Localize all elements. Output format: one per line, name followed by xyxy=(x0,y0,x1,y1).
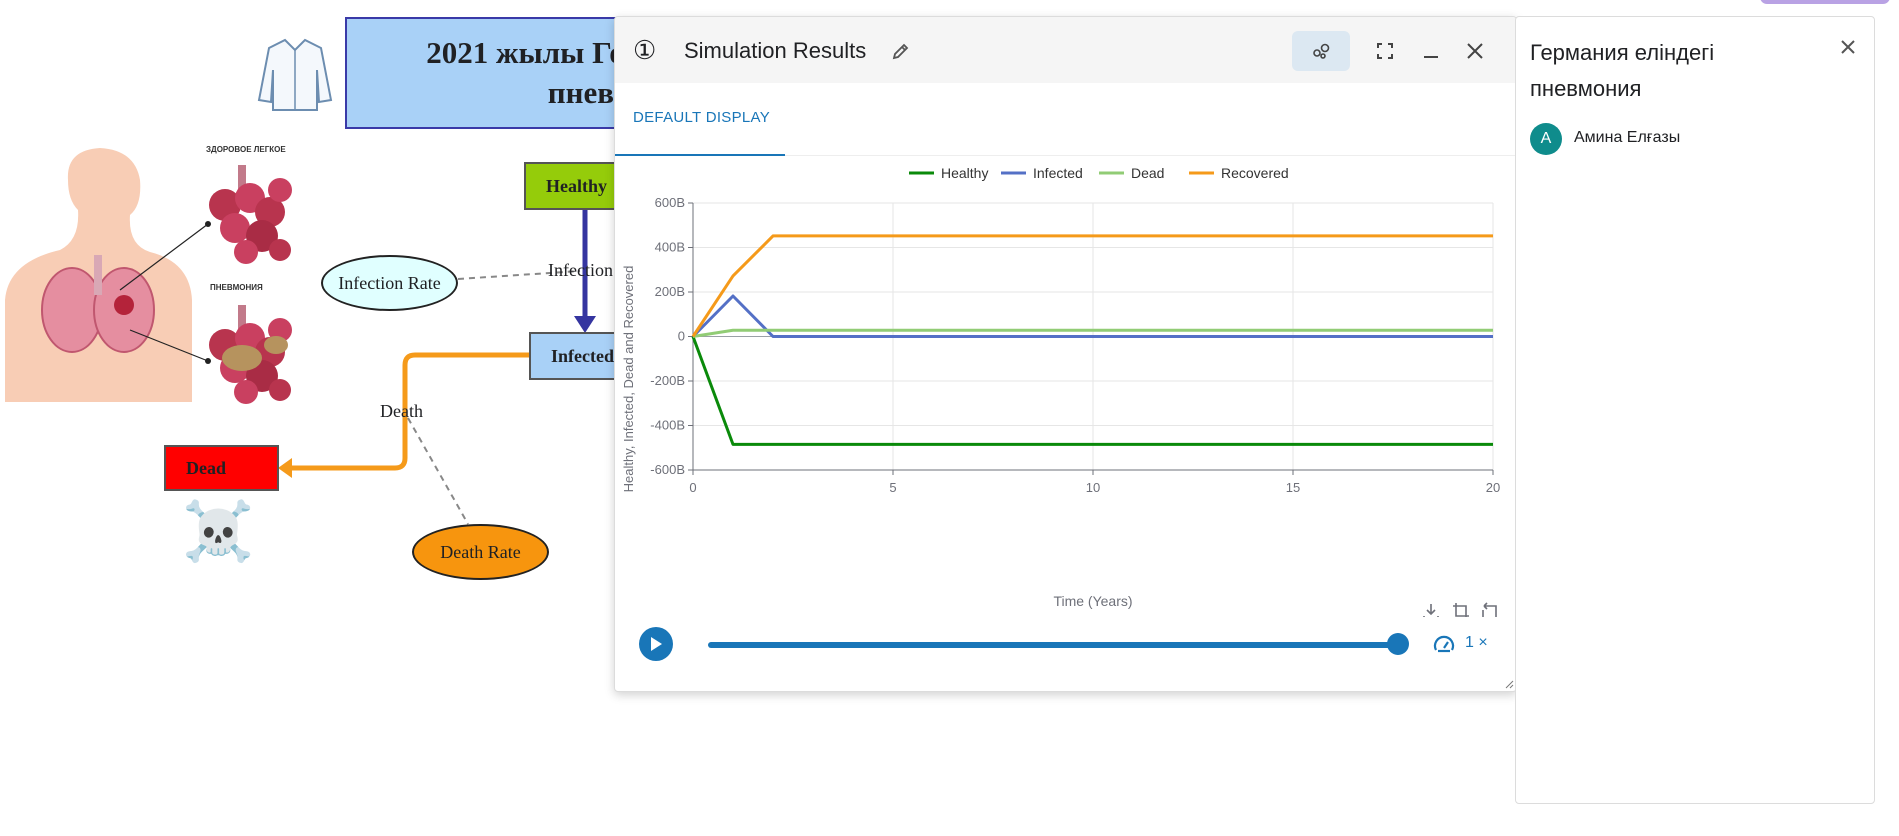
scenario-icon xyxy=(1313,43,1330,59)
x-axis-label: Time (Years) xyxy=(1053,593,1132,609)
minimize-button[interactable] xyxy=(1411,31,1451,71)
download-chart-button[interactable] xyxy=(1423,604,1439,617)
x-tick-label: 0 xyxy=(689,480,696,495)
y-tick-label: 600B xyxy=(655,195,685,210)
legend-item-healthy[interactable]: Healthy xyxy=(909,165,988,181)
simulation-chart[interactable]: Healthy Infected Dead Recovered 600B400B200… xyxy=(615,155,1517,617)
resize-handle-icon[interactable] xyxy=(1504,679,1514,689)
death-rate-label: Death Rate xyxy=(440,541,521,562)
playback-controls: 1 × xyxy=(615,617,1516,673)
playback-speed[interactable]: 1 × xyxy=(1465,634,1488,652)
skull-icon: ☠️ xyxy=(182,499,255,564)
close-window-button[interactable] xyxy=(1455,31,1495,71)
edit-title-button[interactable] xyxy=(881,31,921,71)
y-tick-label: 0 xyxy=(678,329,685,344)
infection-rate-variable[interactable]: Infection Rate xyxy=(321,255,458,311)
window-header[interactable]: ① Simulation Results xyxy=(615,17,1516,83)
reset-zoom-button[interactable] xyxy=(1482,602,1497,617)
x-tick-label: 5 xyxy=(889,480,896,495)
simulation-results-window[interactable]: ① Simulation Results DEFAULT DISPLAY Hea… xyxy=(614,16,1517,692)
x-tick-label: 15 xyxy=(1286,480,1300,495)
window-number: ① xyxy=(633,35,657,65)
playback-slider[interactable] xyxy=(708,642,1398,648)
reset-zoom-icon xyxy=(1482,602,1497,617)
healthy-stock-label: Healthy xyxy=(546,175,607,196)
tab-default-display[interactable]: DEFAULT DISPLAY xyxy=(615,83,785,156)
close-icon xyxy=(1467,43,1483,59)
chart-legend[interactable]: Healthy Infected Dead Recovered xyxy=(909,165,1289,181)
author-name[interactable]: Амина Елғазы xyxy=(1574,129,1680,147)
y-tick-label: 200B xyxy=(655,284,685,299)
legend-label: Healthy xyxy=(941,165,988,181)
playback-slider-handle[interactable] xyxy=(1387,633,1409,655)
avatar[interactable]: A xyxy=(1530,123,1562,155)
healthy-lung-icon xyxy=(209,165,292,264)
fullscreen-button[interactable] xyxy=(1365,31,1405,71)
legend-label: Recovered xyxy=(1221,165,1289,181)
pneumonia-lung-caption: ПНЕВМОНИЯ xyxy=(210,283,263,292)
infected-stock-label: Infected xyxy=(551,345,614,366)
display-tabs: DEFAULT DISPLAY xyxy=(615,83,1516,156)
close-panel-icon[interactable] xyxy=(1836,35,1860,59)
legend-label: Dead xyxy=(1131,165,1164,181)
download-icon xyxy=(1423,604,1439,617)
y-tick-label: -600B xyxy=(650,462,685,477)
dead-stock-label: Dead xyxy=(186,457,226,478)
y-tick-label: -400B xyxy=(650,418,685,433)
legend-item-infected[interactable]: Infected xyxy=(1001,165,1083,181)
top-right-decoration xyxy=(1760,0,1890,4)
pencil-icon xyxy=(892,43,909,60)
legend-label: Infected xyxy=(1033,165,1083,181)
x-tick-label: 20 xyxy=(1486,480,1500,495)
chart-axes: 600B 400B 200B 0 -200B -400B -600B 0 5 10 15 20 xyxy=(650,195,1500,495)
fullscreen-icon xyxy=(1377,43,1393,59)
play-icon xyxy=(651,637,662,651)
human-lungs-illustration xyxy=(5,148,211,402)
dead-stock[interactable]: Dead xyxy=(164,445,279,491)
infection-flow-label: Infection xyxy=(548,260,613,280)
zoom-icon xyxy=(1453,603,1469,617)
panel-title: Германия еліндегі пневмония xyxy=(1530,40,1715,101)
death-flow-label: Death xyxy=(380,401,423,421)
minimize-icon xyxy=(1424,56,1438,58)
model-info-panel: Германия еліндегі пневмония A Амина Елға… xyxy=(1515,16,1875,804)
tab-default-display-label: DEFAULT DISPLAY xyxy=(633,109,771,126)
zoom-chart-button[interactable] xyxy=(1453,603,1469,617)
death-rate-link xyxy=(407,417,469,525)
y-tick-label: 400B xyxy=(655,240,685,255)
healthy-lung-caption: ЗДОРОВОЕ ЛЕГКОЕ xyxy=(206,145,286,154)
window-title: Simulation Results xyxy=(684,38,867,63)
play-button[interactable] xyxy=(639,627,673,661)
speed-gauge-icon[interactable] xyxy=(1432,633,1456,657)
death-rate-variable[interactable]: Death Rate xyxy=(412,524,549,580)
pneumonia-lung-icon xyxy=(209,305,292,404)
x-tick-label: 10 xyxy=(1086,480,1100,495)
y-axis-label: Healthy, Infected, Dead and Recovered xyxy=(621,266,636,493)
y-tick-label: -200B xyxy=(650,373,685,388)
infection-rate-label: Infection Rate xyxy=(338,272,441,293)
lab-coat-icon xyxy=(257,38,333,111)
legend-item-recovered[interactable]: Recovered xyxy=(1189,165,1289,181)
legend-item-dead[interactable]: Dead xyxy=(1099,165,1164,181)
scenario-button[interactable] xyxy=(1292,31,1350,71)
